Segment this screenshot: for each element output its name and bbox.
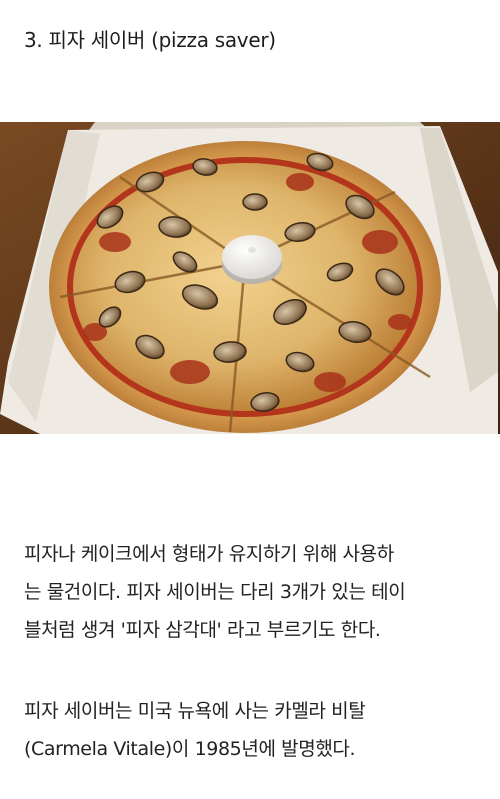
description-paragraph: 피자나 케이크에서 형태가 유지하기 위해 사용하 는 물건이다. 피자 세이버… [24, 535, 484, 649]
paragraph-line: (Carmela Vitale)이 1985년에 발명했다. [24, 738, 356, 760]
paragraph-line: 피자 세이버는 미국 뉴욕에 사는 카멜라 비탈 [24, 700, 366, 722]
paragraph-line: 블처럼 생겨 '피자 삼각대' 라고 부르기도 한다. [24, 619, 381, 641]
pizza-saver [222, 235, 282, 284]
inventor-paragraph: 피자 세이버는 미국 뉴욕에 사는 카멜라 비탈 (Carmela Vitale… [24, 692, 484, 768]
section-heading: 3. 피자 세이버 (pizza saver) [24, 28, 276, 52]
paragraph-line: 는 물건이다. 피자 세이버는 다리 3개가 있는 테이 [24, 581, 406, 603]
mushroom-slice [242, 193, 268, 211]
pizza-photo [0, 122, 500, 434]
paragraph-line: 피자나 케이크에서 형태가 유지하기 위해 사용하 [24, 543, 394, 565]
pizza-illustration [0, 122, 500, 434]
